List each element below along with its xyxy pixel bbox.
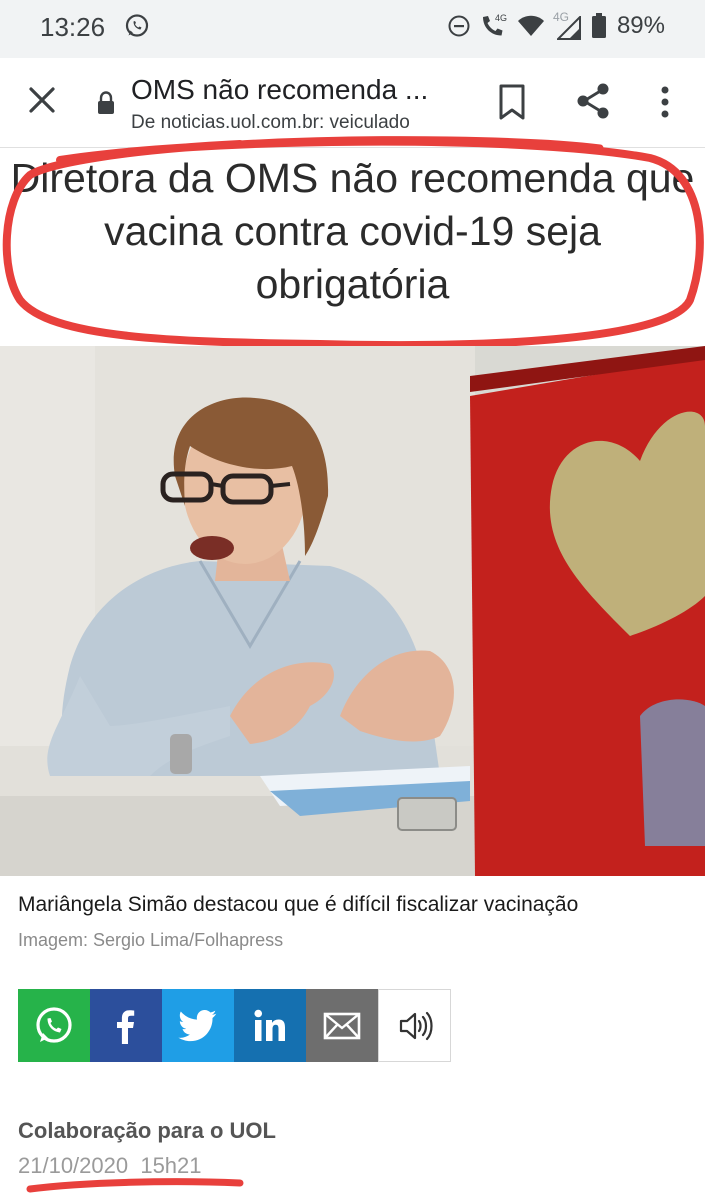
article-photo — [0, 346, 705, 876]
dnd-icon — [448, 15, 470, 37]
share-linkedin-button[interactable] — [234, 989, 306, 1062]
listen-audio-button[interactable] — [378, 989, 451, 1062]
share-email-button[interactable] — [306, 989, 378, 1062]
wifi-calling-icon: 4G — [482, 13, 507, 36]
lock-icon — [98, 91, 114, 114]
more-vert-icon[interactable] — [650, 82, 680, 122]
linkedin-icon — [254, 1009, 285, 1041]
status-time: 13:26 — [40, 12, 106, 42]
facebook-icon — [117, 1009, 135, 1044]
network-label-left: 4G — [495, 13, 507, 23]
mail-icon — [323, 1012, 361, 1039]
page-url[interactable]: De noticias.uol.com.br: veiculado — [131, 112, 456, 134]
whatsapp-icon — [125, 14, 149, 37]
article-date: 21/10/2020 15h21 — [18, 1153, 202, 1178]
whatsapp-icon — [36, 1006, 72, 1043]
article-byline: Colaboração para o UOL — [18, 1118, 276, 1143]
battery-percentage: 89% — [616, 12, 665, 39]
status-bar: 13:26 4G 4G 89% — [0, 0, 705, 58]
close-icon[interactable] — [22, 80, 62, 120]
red-underline-annotation — [26, 1178, 244, 1193]
article-headline: Diretora da OMS não recomenda que vacina… — [10, 155, 695, 307]
wifi-icon — [517, 15, 544, 36]
share-icon[interactable] — [572, 80, 614, 122]
share-facebook-button[interactable] — [90, 989, 162, 1062]
signal-icon: 4G — [553, 10, 583, 40]
page-title: OMS não recomenda ... — [131, 74, 429, 105]
share-twitter-button[interactable] — [162, 989, 234, 1062]
battery-icon — [591, 13, 606, 38]
photo-credit: Imagem: Sergio Lima/Folhapress — [18, 930, 284, 950]
speaker-icon — [399, 1011, 433, 1040]
status-icons: 4G 4G 89% — [447, 10, 665, 42]
bookmark-icon[interactable] — [494, 82, 530, 122]
twitter-icon — [178, 1009, 217, 1041]
photo-caption: Mariângela Simão destacou que é difícil … — [18, 893, 579, 916]
share-whatsapp-button[interactable] — [18, 989, 90, 1062]
share-buttons — [18, 989, 451, 1062]
photo-illustration — [0, 346, 705, 876]
custom-tab-bar: OMS não recomenda ... De noticias.uol.co… — [0, 58, 705, 148]
